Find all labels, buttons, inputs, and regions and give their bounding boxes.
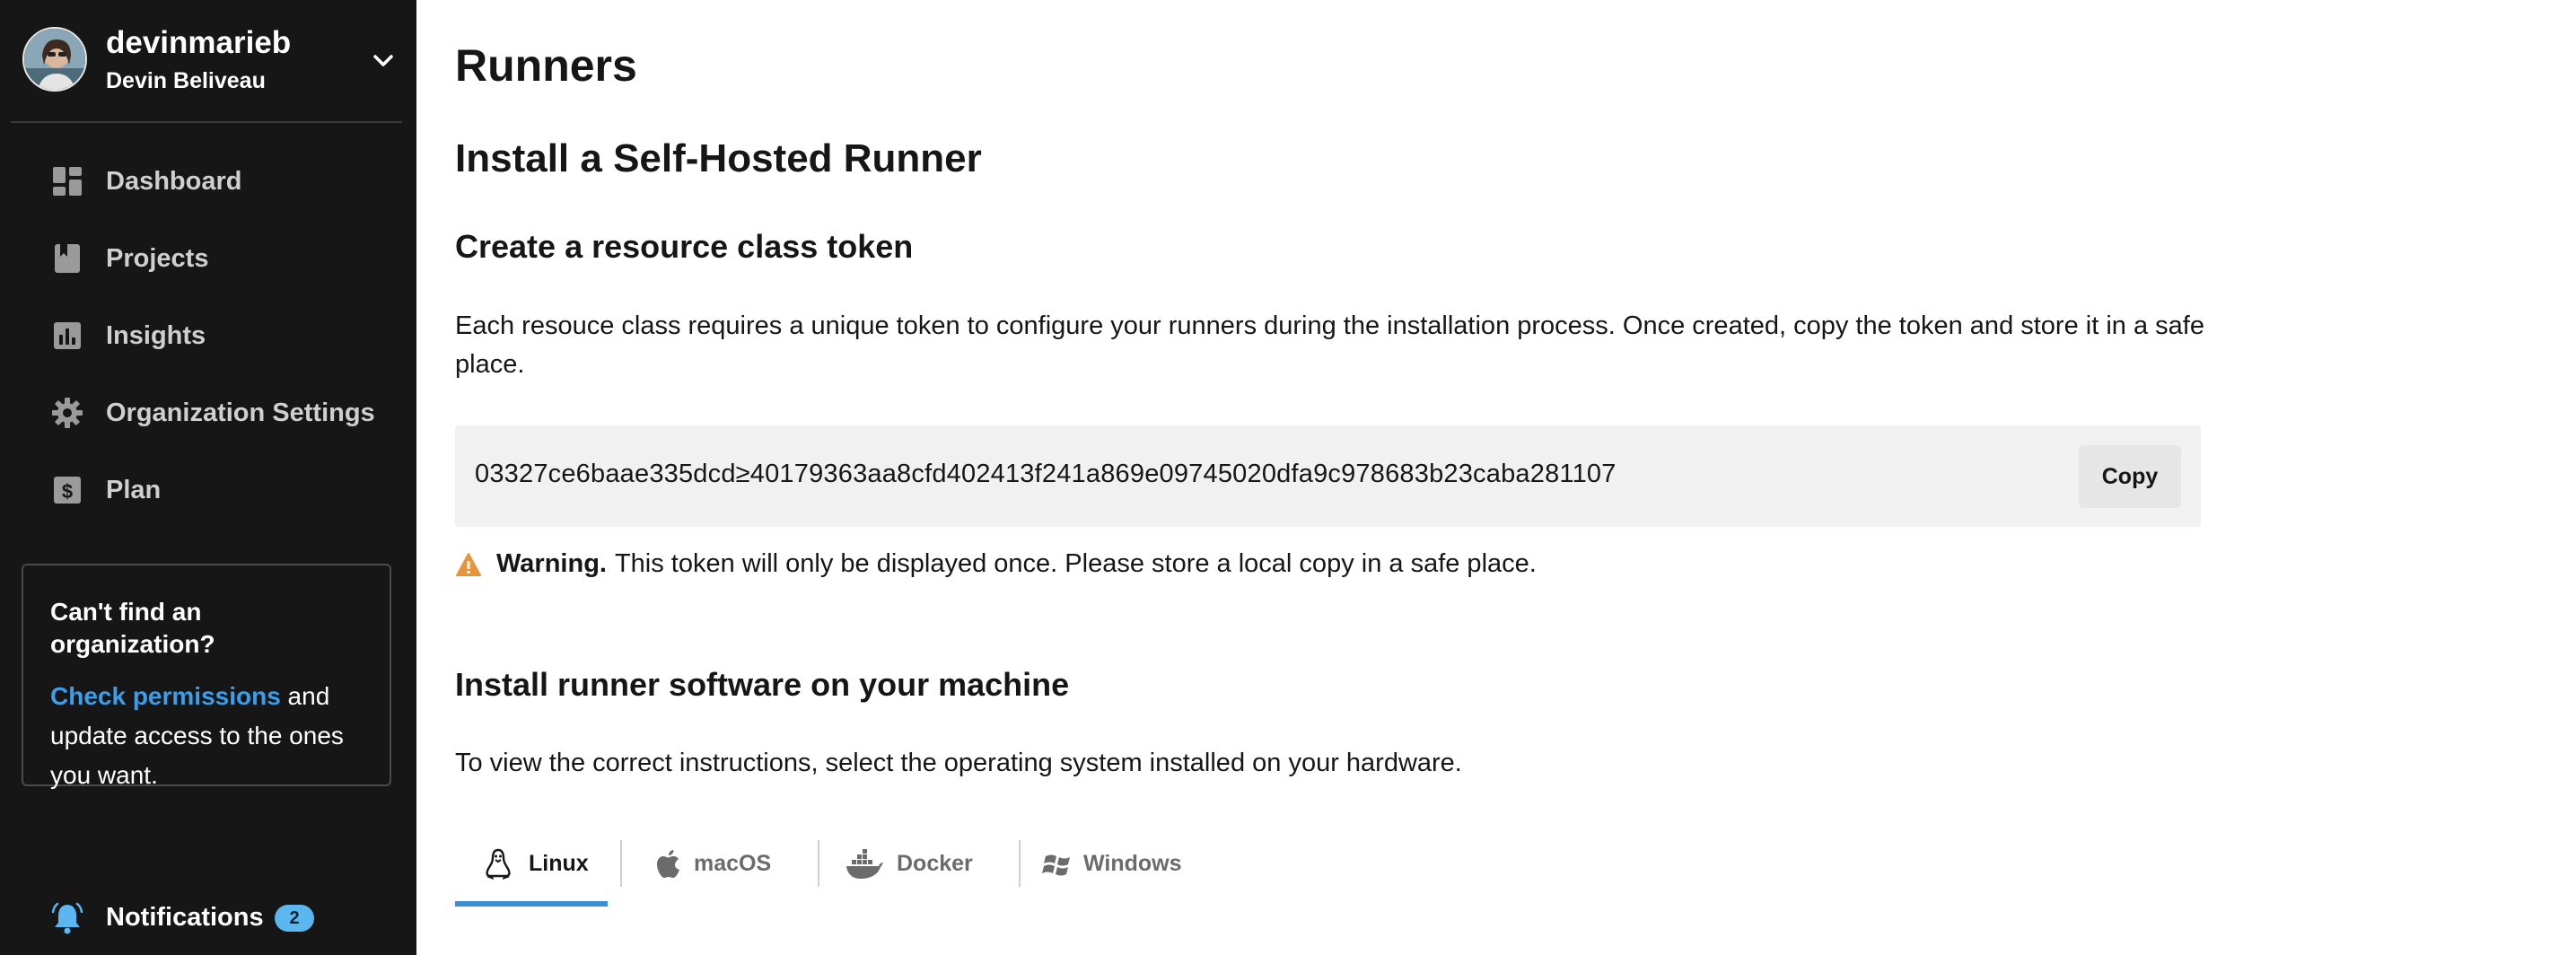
sidebar-item-projects[interactable]: Projects bbox=[0, 226, 416, 291]
tab-label: Linux bbox=[529, 851, 589, 876]
token-box: 03327ce6baae335dcd≥40179363aa8cfd402413f… bbox=[455, 425, 2201, 527]
gear-icon bbox=[52, 398, 83, 428]
sidebar-item-label: Plan bbox=[106, 475, 162, 504]
help-title: Can't find an organization? bbox=[50, 598, 215, 658]
token-warning: Warning. This token will only be display… bbox=[455, 549, 1537, 579]
avatar bbox=[22, 27, 87, 92]
windows-icon bbox=[1042, 854, 1070, 876]
sidebar-item-label: Organization Settings bbox=[106, 398, 375, 427]
projects-icon bbox=[55, 244, 80, 273]
section-title: Install a Self-Hosted Runner bbox=[455, 136, 982, 180]
copy-token-button[interactable]: Copy bbox=[2079, 445, 2181, 508]
tab-label: Windows bbox=[1083, 851, 1182, 876]
check-permissions-link[interactable]: Check permissions bbox=[50, 682, 281, 710]
svg-text:$: $ bbox=[62, 480, 73, 503]
tab-macos[interactable]: macOS bbox=[635, 833, 814, 908]
page-title: Runners bbox=[455, 40, 637, 91]
sidebar-item-label: Dashboard bbox=[106, 166, 242, 196]
tab-divider bbox=[818, 840, 819, 887]
chevron-down-icon[interactable] bbox=[370, 47, 397, 74]
warning-icon bbox=[456, 552, 481, 576]
token-description: Each resouce class requires a unique tok… bbox=[455, 311, 2204, 379]
install-description: To view the correct instructions, select… bbox=[455, 749, 1462, 777]
org-switcher[interactable]: devinmarieb Devin Beliveau bbox=[11, 0, 402, 123]
tab-label: Docker bbox=[897, 851, 973, 876]
docker-icon bbox=[846, 849, 883, 879]
sidebar-item-dashboard[interactable]: Dashboard bbox=[0, 149, 416, 214]
plan-icon: $ bbox=[54, 477, 81, 504]
tab-divider bbox=[1019, 840, 1021, 887]
warning-text: This token will only be displayed once. … bbox=[614, 549, 1537, 578]
tab-linux[interactable]: Linux bbox=[455, 833, 608, 908]
dashboard-icon bbox=[53, 167, 82, 196]
active-tab-indicator bbox=[455, 901, 608, 907]
os-tabs: Linux macOS Docker Windows bbox=[455, 833, 1353, 908]
linux-icon bbox=[486, 848, 511, 880]
token-section-title: Create a resource class token bbox=[455, 228, 914, 265]
tab-docker[interactable]: Docker bbox=[832, 833, 1012, 908]
help-text: Check permissions and update access to t… bbox=[50, 677, 363, 795]
sidebar-item-label: Insights bbox=[106, 320, 206, 350]
warning-label: Warning. bbox=[496, 549, 607, 578]
tab-divider bbox=[620, 840, 622, 887]
bell-icon bbox=[51, 902, 83, 934]
sidebar-item-plan[interactable]: $ Plan bbox=[0, 458, 416, 522]
notifications-label: Notifications bbox=[106, 903, 264, 932]
tab-windows[interactable]: Windows bbox=[1033, 833, 1213, 908]
notifications-button[interactable]: Notifications 2 bbox=[0, 890, 416, 944]
notifications-count-badge: 2 bbox=[275, 905, 314, 932]
tab-label: macOS bbox=[694, 851, 772, 876]
sidebar-item-label: Projects bbox=[106, 243, 209, 273]
sidebar: devinmarieb Devin Beliveau Dashboard Pro… bbox=[0, 0, 416, 955]
org-help-box: Can't find an organization? Check permis… bbox=[22, 564, 391, 789]
insights-icon bbox=[54, 322, 81, 349]
apple-icon bbox=[657, 850, 679, 878]
sidebar-item-insights[interactable]: Insights bbox=[0, 303, 416, 368]
token-value[interactable]: 03327ce6baae335dcd≥40179363aa8cfd402413f… bbox=[475, 460, 1617, 489]
main-content: Runners Install a Self-Hosted Runner Cre… bbox=[416, 0, 2576, 955]
install-section-title: Install runner software on your machine bbox=[455, 666, 1070, 703]
org-user-name: Devin Beliveau bbox=[106, 68, 266, 93]
sidebar-item-organization-settings[interactable]: Organization Settings bbox=[0, 381, 416, 445]
org-name: devinmarieb bbox=[106, 25, 292, 60]
